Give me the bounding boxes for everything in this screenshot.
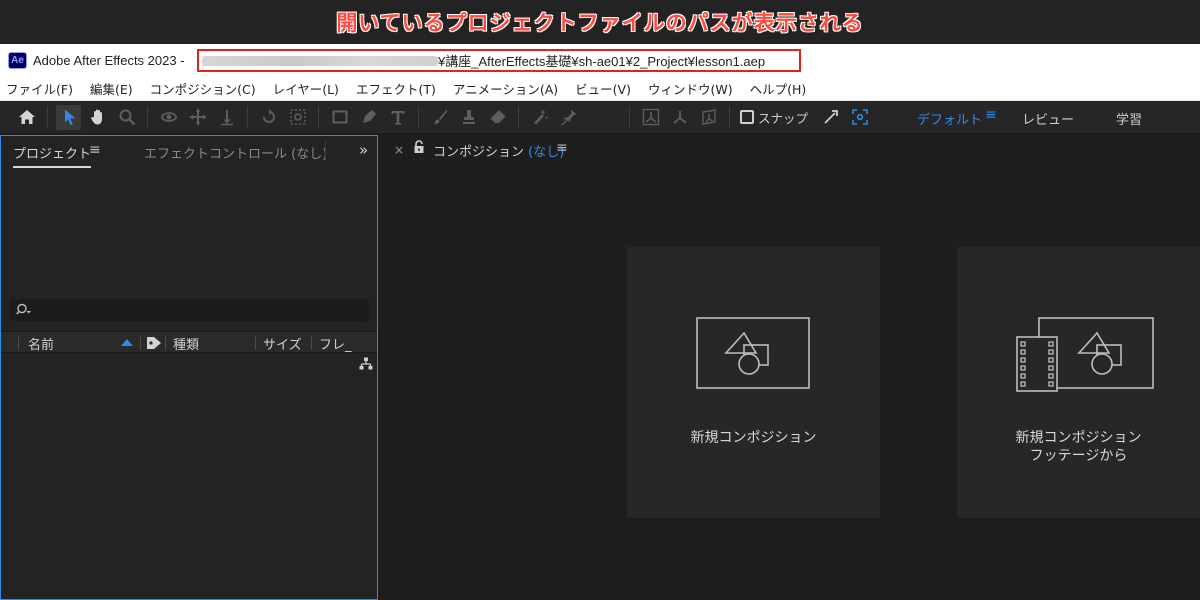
menu-animation[interactable]: アニメーション(A): [453, 79, 558, 98]
project-path: ¥講座_AfterEffects基礎¥sh-ae01¥2_Project¥les…: [438, 54, 766, 69]
search-icon: [16, 303, 31, 315]
roto-brush-tool-icon[interactable]: [527, 105, 552, 130]
clone-stamp-tool-icon[interactable]: [456, 105, 481, 130]
project-column-header: 名前 種類 サイズ フレ_: [1, 331, 377, 353]
column-frame-rate[interactable]: フレ_: [319, 334, 352, 353]
annotation-banner: 開いているプロジェクトファイルのパスが表示される: [0, 0, 1200, 44]
from-footage-label-line2: フッテージから: [1029, 448, 1128, 464]
tab-composition-label: コンポジション: [433, 145, 525, 160]
tab-composition[interactable]: コンポジション (なし): [433, 141, 564, 160]
more-tabs-icon[interactable]: »: [359, 141, 368, 159]
app-title: Adobe After Effects 2023 -: [33, 52, 185, 68]
blurred-path-segment: [202, 55, 438, 66]
project-path-highlight: ¥講座_AfterEffects基礎¥sh-ae01¥2_Project¥les…: [197, 49, 801, 72]
project-panel-tabs: プロジェクト ≡ エフェクトコントロール (なし) »: [1, 136, 377, 168]
new-composition-from-footage-label: 新規コンポジション フッテージから: [957, 429, 1200, 465]
column-separator: [18, 336, 19, 350]
workspace-default[interactable]: デフォルト: [917, 109, 982, 128]
zoom-tool-icon[interactable]: [114, 105, 139, 130]
hand-tool-icon[interactable]: [85, 105, 110, 130]
toolbar-separator: [418, 106, 419, 128]
annotation-text: 開いているプロジェクトファイルのパスが表示される: [336, 11, 864, 35]
eraser-tool-icon[interactable]: [485, 105, 510, 130]
workspace-learn[interactable]: 学習: [1116, 109, 1142, 128]
view-axis-mode-icon[interactable]: [696, 105, 721, 130]
tab-project[interactable]: プロジェクト: [13, 143, 92, 168]
from-footage-label-line1: 新規コンポジション: [1015, 430, 1142, 446]
menu-file[interactable]: ファイル(F): [6, 79, 73, 98]
column-type[interactable]: 種類: [173, 334, 199, 353]
menu-composition[interactable]: コンポジション(C): [150, 79, 256, 98]
new-composition-label: 新規コンポジション: [690, 430, 817, 446]
new-composition-card[interactable]: 新規コンポジション: [627, 247, 880, 518]
close-tab-icon[interactable]: ×: [394, 143, 404, 157]
type-tool-icon[interactable]: [385, 105, 410, 130]
menu-layer[interactable]: レイヤー(L): [273, 79, 339, 98]
flowchart-icon[interactable]: [359, 357, 373, 371]
pen-tool-icon[interactable]: [356, 105, 381, 130]
column-size[interactable]: サイズ: [263, 334, 302, 353]
orbit-camera-icon[interactable]: [156, 105, 181, 130]
menu-edit[interactable]: 編集(E): [90, 79, 133, 98]
toolbar-separator: [629, 106, 630, 128]
after-effects-logo-icon: Ae: [8, 51, 27, 69]
rectangle-tool-icon[interactable]: [327, 105, 352, 130]
project-panel-menu-icon[interactable]: ≡: [89, 142, 101, 158]
snap-target-icon[interactable]: [847, 105, 872, 130]
menu-effect[interactable]: エフェクト(T): [356, 79, 436, 98]
toolbar-separator: [247, 106, 248, 128]
toolbar-separator: [729, 106, 730, 128]
label-tag-icon[interactable]: [146, 336, 162, 350]
toolbar-separator: [318, 106, 319, 128]
composition-panel-menu-icon[interactable]: ≡: [556, 140, 568, 156]
anchor-point-tool-icon[interactable]: [285, 105, 310, 130]
column-separator: [311, 336, 312, 350]
menu-window[interactable]: ウィンドウ(W): [648, 79, 733, 98]
column-separator: [255, 336, 256, 350]
column-separator: [140, 336, 141, 350]
snap-label: スナップ: [758, 110, 809, 126]
lock-icon[interactable]: [413, 140, 425, 154]
sort-ascending-icon[interactable]: [121, 339, 133, 346]
brush-tool-icon[interactable]: [427, 105, 452, 130]
menu-bar: ファイル(F) 編集(E) コンポジション(C) レイヤー(L) エフェクト(T…: [0, 76, 1200, 101]
new-composition-icon: [696, 317, 810, 389]
workspace-review[interactable]: レビュー: [1022, 109, 1074, 128]
puppet-pin-tool-icon[interactable]: [556, 105, 581, 130]
snap-checkbox[interactable]: [740, 110, 754, 124]
tab-divider: [325, 141, 326, 161]
column-separator: [165, 336, 166, 350]
rotation-tool-icon[interactable]: [256, 105, 281, 130]
project-panel: プロジェクト ≡ エフェクトコントロール (なし) » 名前 種類 サイズ フレ…: [0, 135, 378, 600]
workspace-menu-icon[interactable]: ≡: [985, 107, 997, 123]
composition-from-footage-icon: [1016, 317, 1154, 392]
menu-view[interactable]: ビュー(V): [575, 79, 631, 98]
toolbar-separator: [518, 106, 519, 128]
home-icon[interactable]: [14, 105, 39, 130]
tools-toolbar: スナップ デフォルト ≡ レビュー 学習: [0, 101, 1200, 134]
new-composition-from-footage-card[interactable]: 新規コンポジション フッテージから: [957, 247, 1200, 518]
project-search-input[interactable]: [9, 299, 369, 321]
menu-help[interactable]: ヘルプ(H): [750, 79, 807, 98]
tab-effect-controls[interactable]: エフェクトコントロール (なし): [144, 143, 327, 162]
world-axis-mode-icon[interactable]: [667, 105, 692, 130]
toolbar-separator: [47, 106, 48, 128]
selection-tool-icon[interactable]: [56, 104, 81, 130]
column-name[interactable]: 名前: [28, 334, 54, 353]
title-bar: Ae Adobe After Effects 2023 - ¥講座_AfterE…: [0, 44, 1200, 76]
local-axis-mode-icon[interactable]: [638, 105, 663, 130]
composition-panel: × コンポジション (なし) ≡ 新規コンポジション 新規コンポジション フッテ…: [382, 135, 1200, 600]
snap-options-icon[interactable]: [818, 105, 843, 130]
dolly-camera-icon[interactable]: [214, 105, 239, 130]
pan-camera-icon[interactable]: [185, 105, 210, 130]
toolbar-separator: [147, 106, 148, 128]
